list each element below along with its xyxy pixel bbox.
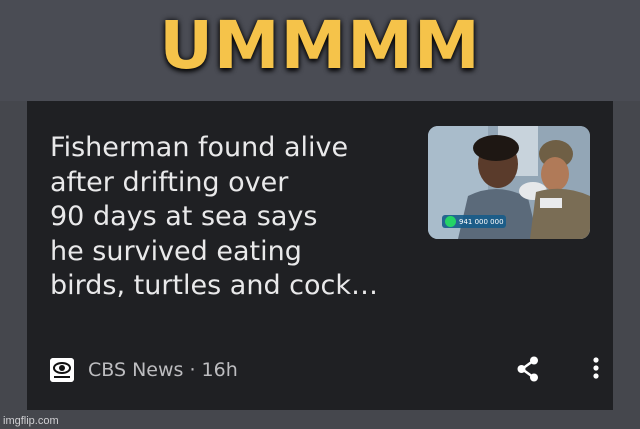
source-and-age: CBS News · 16h [88, 359, 238, 381]
more-vert-icon [593, 357, 599, 379]
more-options-button[interactable] [586, 354, 606, 384]
share-icon [517, 356, 538, 382]
news-card[interactable]: Fisherman found alive after drifting ove… [27, 101, 613, 410]
imgflip-watermark: imgflip.com [3, 415, 59, 427]
source-row: CBS News · 16h [50, 354, 599, 384]
cbs-logo-icon [50, 358, 74, 382]
news-thumbnail[interactable]: 941 000 000 [428, 126, 590, 239]
whatsapp-icon [445, 216, 456, 227]
meme-caption: UMMMM [159, 7, 481, 84]
headline[interactable]: Fisherman found alive after drifting ove… [50, 131, 410, 304]
share-button[interactable] [513, 354, 543, 384]
thumbnail-contact-badge: 941 000 000 [442, 215, 506, 228]
thumbnail-phone-text: 941 000 000 [459, 217, 504, 226]
